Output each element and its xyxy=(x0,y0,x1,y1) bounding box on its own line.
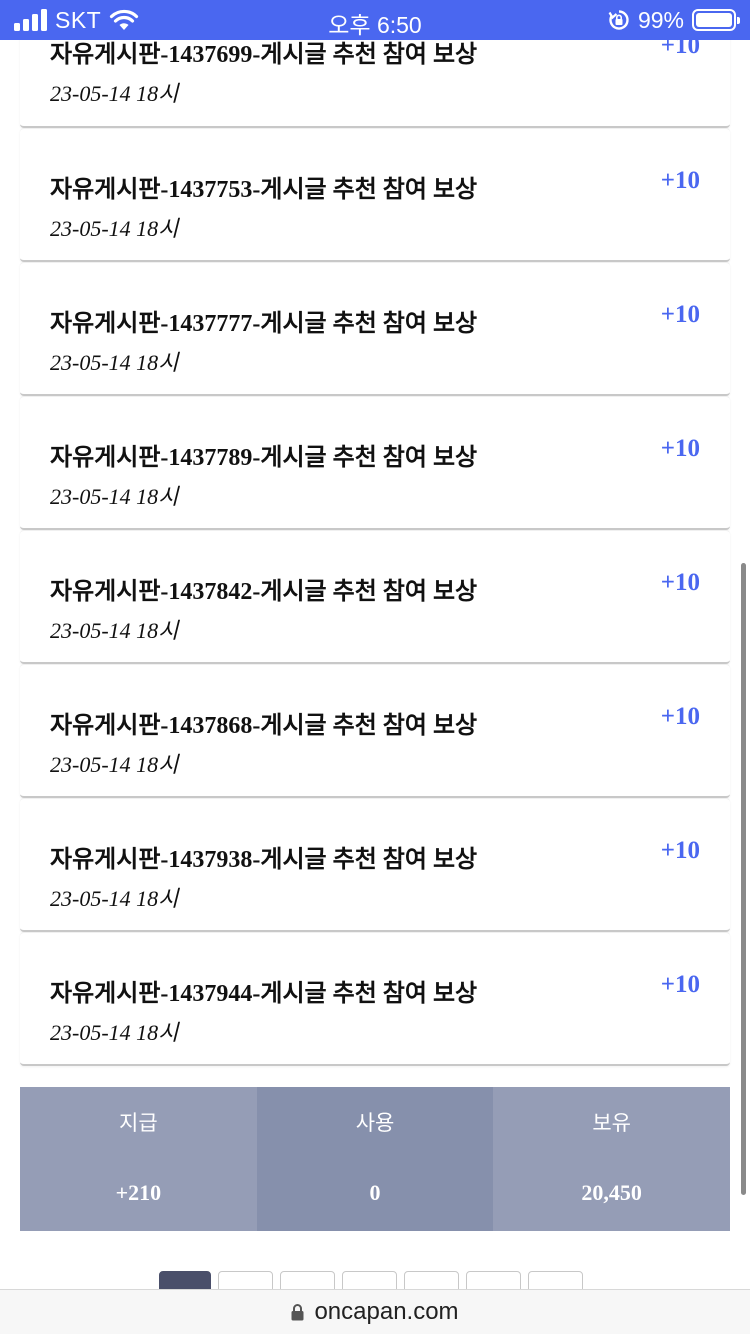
item-points: +10 xyxy=(660,837,700,864)
item-date: 23-05-14 18시 xyxy=(50,1020,179,1045)
summary-used-value: 0 xyxy=(369,1180,381,1205)
summary-paid-value: +210 xyxy=(115,1180,162,1205)
list-item: 자유게시판-1437789-게시글 추천 참여 보상 23-05-14 18시 … xyxy=(20,396,730,530)
item-title: 자유게시판-1437842-게시글 추천 참여 보상 xyxy=(50,579,478,605)
lock-icon xyxy=(291,1304,304,1321)
item-title: 자유게시판-1437753-게시글 추천 참여 보상 xyxy=(50,177,478,203)
item-date: 23-05-14 18시 xyxy=(50,216,179,241)
battery-percent: 99% xyxy=(637,6,684,33)
item-date: 23-05-14 18시 xyxy=(50,81,179,106)
item-title: 자유게시판-1437789-게시글 추천 참여 보상 xyxy=(50,445,478,471)
item-points: +10 xyxy=(660,569,700,596)
list-item: 자유게시판-1437944-게시글 추천 참여 보상 23-05-14 18시 … xyxy=(20,932,730,1066)
status-right: 99% xyxy=(608,6,740,34)
item-title: 자유게시판-1437868-게시글 추천 참여 보상 xyxy=(50,713,478,739)
list-item: 자유게시판-1437868-게시글 추천 참여 보상 23-05-14 18시 … xyxy=(20,664,730,798)
item-title: 자유게시판-1437944-게시글 추천 참여 보상 xyxy=(50,981,478,1007)
list-item: 자유게시판-1437842-게시글 추천 참여 보상 23-05-14 18시 … xyxy=(20,530,730,664)
item-date: 23-05-14 18시 xyxy=(50,484,179,509)
summary-held-label: 보유 xyxy=(592,1111,631,1135)
summary-paid-label: 지급 xyxy=(119,1111,158,1135)
item-points: +10 xyxy=(660,167,700,194)
item-date: 23-05-14 18시 xyxy=(50,752,179,777)
battery-icon xyxy=(692,9,740,31)
list-item: 자유게시판-1437777-게시글 추천 참여 보상 23-05-14 18시 … xyxy=(20,262,730,396)
points-summary: 지급 +210 사용 0 보유 20,450 xyxy=(20,1087,731,1231)
summary-paid: 지급 +210 xyxy=(20,1087,257,1231)
item-date: 23-05-14 18시 xyxy=(50,618,179,643)
list-item: 자유게시판-1437753-게시글 추천 참여 보상 23-05-14 18시 … xyxy=(20,128,730,262)
summary-held: 보유 20,450 xyxy=(493,1087,731,1231)
summary-used-label: 사용 xyxy=(355,1111,395,1135)
item-points: +10 xyxy=(660,301,700,328)
rotation-lock-icon xyxy=(608,10,629,30)
status-bar: SKT 오후 6:50 99% xyxy=(0,0,750,40)
item-date: 23-05-14 18시 xyxy=(50,350,179,375)
url-text: oncapan.com xyxy=(314,1298,459,1325)
item-points: +10 xyxy=(660,703,700,730)
summary-held-value: 20,450 xyxy=(581,1180,642,1205)
summary-used: 사용 0 xyxy=(256,1087,494,1231)
item-title: 자유게시판-1437938-게시글 추천 참여 보상 xyxy=(50,847,478,873)
item-title: 자유게시판-1437777-게시글 추천 참여 보상 xyxy=(50,311,478,337)
item-points: +10 xyxy=(660,971,700,998)
item-date: 23-05-14 18시 xyxy=(50,886,179,911)
scrollbar[interactable] xyxy=(741,563,746,1195)
list-item: 자유게시판-1437938-게시글 추천 참여 보상 23-05-14 18시 … xyxy=(20,798,730,932)
item-points: +10 xyxy=(660,435,700,462)
browser-url-bar[interactable]: oncapan.com xyxy=(0,1289,750,1334)
reward-list: 자유게시판-1437699-게시글 추천 참여 보상 23-05-14 18시 … xyxy=(20,0,730,1066)
